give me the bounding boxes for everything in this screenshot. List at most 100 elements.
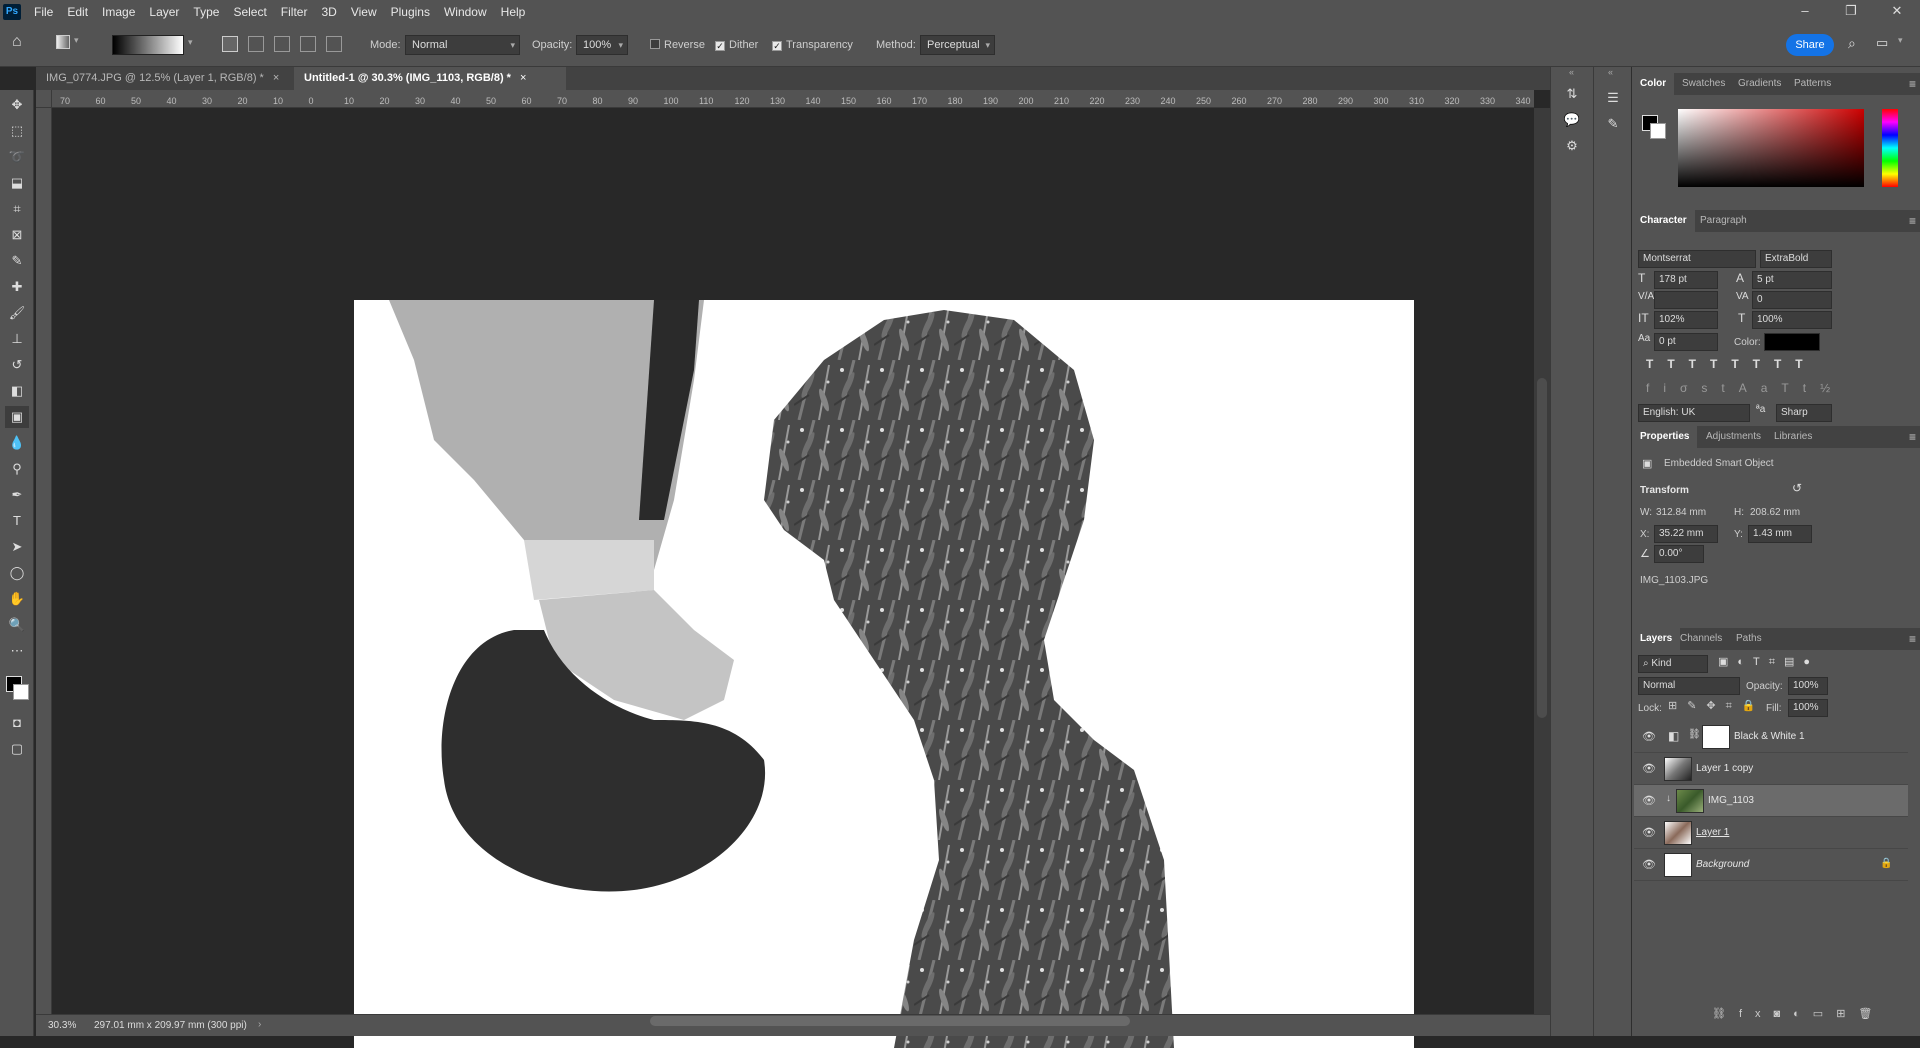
pen-tool-icon[interactable]: ✒ [5,484,29,506]
dodge-tool-icon[interactable]: ⚲ [5,458,29,480]
blend-mode-select[interactable]: Normal [1638,677,1740,695]
collapse-icon[interactable]: « [1608,67,1613,77]
menu-layer[interactable]: Layer [142,5,186,19]
menu-file[interactable]: File [27,5,60,19]
adjust-panel-icon[interactable]: ☰ [1600,87,1626,109]
eye-icon[interactable]: 👁 [1642,794,1656,807]
background-color-swatch[interactable] [1650,123,1666,139]
horizontal-scale-input[interactable]: 100% [1752,311,1832,329]
text-color-swatch[interactable] [1764,333,1820,351]
history-brush-icon[interactable]: ↺ [5,354,29,376]
x-input[interactable]: 35.22 mm [1654,525,1718,543]
chevron-down-icon[interactable]: ▾ [74,35,79,46]
screen-mode-icon[interactable]: ▢ [5,738,29,760]
tab-swatches[interactable]: Swatches [1674,73,1733,95]
ellipse-tool-icon[interactable]: ◯ [5,562,29,584]
close-icon[interactable]: ✕ [1874,0,1920,23]
share-button[interactable]: Share [1786,34,1834,56]
tab-img-0774[interactable]: IMG_0774.JPG @ 12.5% (Layer 1, RGB/8) * … [36,67,294,90]
layer-1[interactable]: 👁 Layer 1 [1634,817,1908,849]
vertical-scale-input[interactable]: 102% [1654,311,1718,329]
reset-transform-icon[interactable]: ↺ [1792,481,1802,495]
eraser-tool-icon[interactable]: ◧ [5,380,29,402]
plugin-panel-icon[interactable]: ⚙ [1559,135,1585,157]
document-info[interactable]: 297.01 mm x 209.97 mm (300 ppi) [94,1020,247,1031]
minimize-icon[interactable]: – [1782,0,1828,23]
kerning-input[interactable] [1654,291,1718,309]
baseline-shift-input[interactable]: 0 pt [1654,333,1718,351]
panel-menu-icon[interactable]: ≡ [1909,628,1916,650]
menu-filter[interactable]: Filter [274,5,315,19]
background-color-swatch[interactable] [13,684,29,700]
history-panel-icon[interactable]: ⇅ [1559,83,1585,105]
lasso-tool-icon[interactable]: ➰ [5,146,29,168]
panel-menu-icon[interactable]: ≡ [1909,210,1916,232]
radial-gradient-icon[interactable] [248,36,264,52]
font-size-input[interactable]: 178 pt [1654,271,1718,289]
tab-paths[interactable]: Paths [1728,628,1770,650]
hand-tool-icon[interactable]: ✋ [5,588,29,610]
y-input[interactable]: 1.43 mm [1748,525,1812,543]
chevron-down-icon[interactable]: ▾ [188,37,193,48]
close-icon[interactable]: × [520,72,526,84]
link-icon[interactable]: ⛓ [1688,729,1701,740]
mask-thumbnail[interactable] [1702,725,1730,749]
leading-input[interactable]: 5 pt [1752,271,1832,289]
eye-icon[interactable]: 👁 [1642,826,1656,839]
layer-filter-icons[interactable]: ▣◐T⌗▤● [1718,655,1819,669]
menu-view[interactable]: View [344,5,384,19]
type-tool-icon[interactable]: T [5,510,29,532]
language-select[interactable]: English: UK [1638,404,1750,422]
tab-libraries[interactable]: Libraries [1766,426,1820,448]
close-icon[interactable]: × [273,72,279,84]
eye-icon[interactable]: 👁 [1642,730,1656,743]
angle-input[interactable]: 0.00° [1654,545,1704,563]
lock-icons[interactable]: ⊞✎✥⌗🔒 [1668,699,1766,713]
font-family-select[interactable]: Montserrat [1638,250,1756,268]
diamond-gradient-icon[interactable] [326,36,342,52]
layer-kind-filter[interactable]: ⌕ Kind [1638,655,1708,673]
height-value[interactable]: 208.62 mm [1750,507,1800,518]
method-select[interactable]: Perceptual ▾ [920,35,995,55]
healing-tool-icon[interactable]: ✚ [5,276,29,298]
type-style-buttons[interactable]: TTTTTTTT [1646,357,1906,375]
blur-tool-icon[interactable]: 💧 [5,432,29,454]
collapse-icon[interactable]: « [1569,67,1574,77]
brush-tool-icon[interactable]: 🖌 [5,302,29,324]
quick-mask-icon[interactable]: ◘ [5,712,29,734]
layer-img-1103[interactable]: 👁 ↓ IMG_1103 [1634,785,1908,817]
antialias-select[interactable]: Sharp [1776,404,1832,422]
width-value[interactable]: 312.84 mm [1656,507,1706,518]
tab-patterns[interactable]: Patterns [1786,73,1839,95]
layer-1-copy[interactable]: 👁 Layer 1 copy [1634,753,1908,785]
angle-gradient-icon[interactable] [274,36,290,52]
canvas-area[interactable] [52,108,1534,1048]
layer-black-white-1[interactable]: 👁 ◧ ⛓ Black & White 1 [1634,721,1908,753]
object-select-tool-icon[interactable]: ⬓ [5,172,29,194]
menu-edit[interactable]: Edit [60,5,95,19]
eye-icon[interactable]: 👁 [1642,858,1656,871]
layer-background[interactable]: 👁 Background 🔒 [1634,849,1908,881]
eye-icon[interactable]: 👁 [1642,762,1656,775]
panel-menu-icon[interactable]: ≡ [1909,73,1916,95]
crop-tool-icon[interactable]: ⌗ [5,198,29,220]
gradient-tool-icon[interactable]: ▣ [5,406,29,428]
comments-panel-icon[interactable]: 💬 [1559,109,1585,131]
ruler-origin[interactable] [36,90,52,108]
tab-adjustments[interactable]: Adjustments [1698,426,1769,448]
menu-help[interactable]: Help [494,5,533,19]
menu-3d[interactable]: 3D [314,5,343,19]
workspace-icon[interactable]: ▭ [1876,35,1888,51]
menu-window[interactable]: Window [437,5,494,19]
chevron-right-icon[interactable]: › [258,1019,261,1030]
vertical-scrollbar[interactable] [1534,108,1550,1014]
font-style-select[interactable]: ExtraBold [1760,250,1832,268]
layer-bottom-toolbar[interactable]: ⛓fx◙◐▭⊞🗑 [1712,1007,1912,1020]
tab-color[interactable]: Color [1632,73,1675,95]
scrollbar-thumb[interactable] [1537,378,1547,718]
home-icon[interactable]: ⌂ [12,33,22,51]
gradient-tool-icon[interactable] [56,35,70,49]
panel-menu-icon[interactable]: ≡ [1909,426,1916,448]
dither-checkbox[interactable]: ✓ Dither [715,35,758,55]
eyedropper-tool-icon[interactable]: ✎ [5,250,29,272]
